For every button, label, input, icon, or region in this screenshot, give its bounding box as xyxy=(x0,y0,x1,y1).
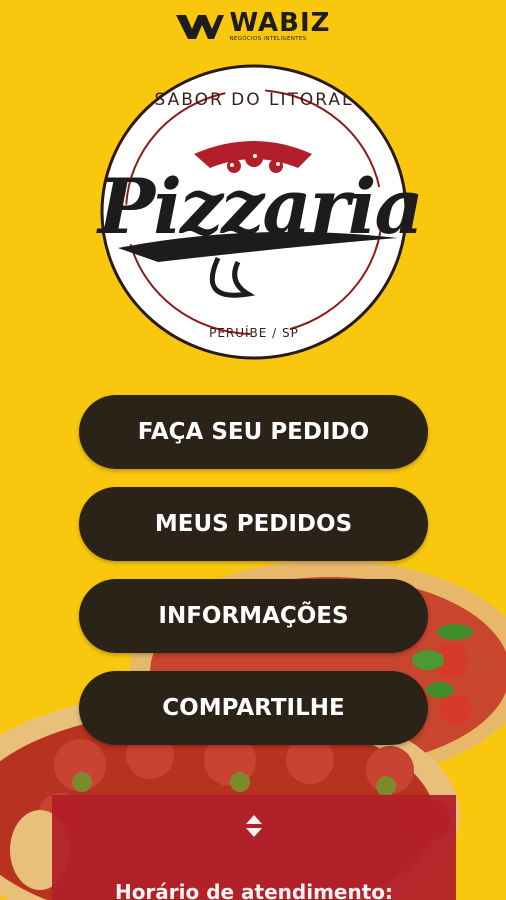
main-menu: FAÇA SEU PEDIDO MEUS PEDIDOS INFORMAÇÕES… xyxy=(79,395,428,763)
opening-hours-label: Horário de atendimento: xyxy=(114,880,394,900)
my-orders-button[interactable]: MEUS PEDIDOS xyxy=(79,487,428,561)
opening-hours-panel[interactable]: Horário de atendimento: xyxy=(52,795,456,900)
logo-script-text: Pizzaria xyxy=(98,162,424,251)
information-button[interactable]: INFORMAÇÕES xyxy=(79,579,428,653)
logo-location-text: PERUÍBE / SP xyxy=(209,326,299,340)
logo-top-text: SABOR DO LITORAL xyxy=(154,90,354,110)
expand-toggle-icon[interactable] xyxy=(244,813,264,839)
brand-subtitle: NEGÓCIOS INTELIGENTES xyxy=(229,36,307,42)
share-button[interactable]: COMPARTILHE xyxy=(79,671,428,745)
brand-name: WABIZ xyxy=(229,8,331,38)
wabiz-brand: WABIZ NEGÓCIOS INTELIGENTES xyxy=(0,10,506,43)
place-order-button[interactable]: FAÇA SEU PEDIDO xyxy=(79,395,428,469)
wabiz-logo-icon xyxy=(175,15,224,40)
pizzeria-logo: SABOR DO LITORAL Pizzaria PERUÍBE / SP xyxy=(98,62,424,362)
